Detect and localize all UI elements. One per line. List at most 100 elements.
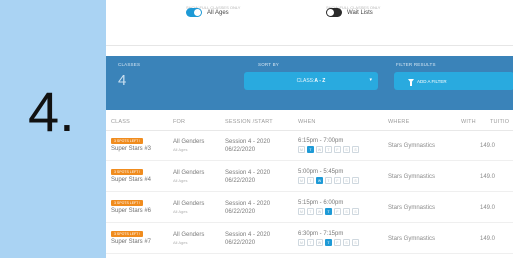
class-name-link[interactable]: Super Stars #7 — [111, 239, 151, 245]
chevron-down-icon: ▾ — [369, 77, 372, 83]
ages-text: All Ages — [173, 240, 188, 245]
filter-bar: CLASSES 4 SORT BY CLASS: A - Z ▾ FILTER … — [106, 56, 513, 110]
start-date-text: 06/22/2020 — [225, 178, 256, 184]
col-session[interactable]: SESSION /START — [225, 119, 273, 125]
wait-lists-switch[interactable] — [326, 8, 342, 17]
table-header: CLASS FOR SESSION /START WHEN WHERE WITH… — [106, 115, 513, 131]
switch-knob — [327, 9, 334, 16]
weekday-indicators: MTWTFSS — [298, 177, 359, 184]
weekday-box: W — [316, 177, 323, 184]
sort-by-label: SORT BY — [258, 62, 279, 67]
col-tuition[interactable]: TUITIO — [490, 119, 509, 125]
weekday-box: F — [334, 146, 341, 153]
col-when[interactable]: WHEN — [298, 119, 316, 125]
weekday-box: T — [307, 239, 314, 246]
filter-icon — [408, 79, 414, 86]
spots-left-badge: 3 SPOTS LEFT ! — [111, 169, 144, 175]
sort-select[interactable]: CLASS: A - Z ▾ — [244, 72, 378, 90]
gender-text: All Genders — [173, 232, 205, 238]
ages-text: All Ages — [173, 147, 188, 152]
weekday-box: W — [316, 146, 323, 153]
tuition-text: 149.0 — [480, 205, 496, 211]
session-text: Session 4 - 2020 — [225, 232, 271, 238]
gender-text: All Genders — [173, 201, 205, 207]
col-with[interactable]: WITH — [461, 119, 476, 125]
start-date-text: 06/22/2020 — [225, 147, 256, 153]
tuition-text: 149.0 — [480, 236, 496, 242]
location-text: Stars Gymnastics — [388, 174, 436, 180]
session-text: Session 4 - 2020 — [225, 170, 271, 176]
sort-value: A - Z — [314, 78, 326, 84]
tuition-text: 149.0 — [480, 143, 496, 149]
switch-knob — [194, 9, 201, 16]
class-name-link[interactable]: Super Stars #6 — [111, 208, 151, 214]
weekday-indicators: MTWTFSS — [298, 239, 359, 246]
weekday-box: S — [343, 177, 350, 184]
class-listing-panel: SHOW FULL CLASSES ONLY All Ages SHOW FUL… — [106, 0, 513, 258]
start-date-text: 06/22/2020 — [225, 240, 256, 246]
col-class[interactable]: CLASS — [111, 119, 130, 125]
weekday-box: T — [325, 146, 332, 153]
weekday-box: F — [334, 177, 341, 184]
weekday-box: W — [316, 239, 323, 246]
weekday-box: M — [298, 177, 305, 184]
weekday-box: T — [325, 239, 332, 246]
weekday-box: F — [334, 239, 341, 246]
weekday-box: M — [298, 239, 305, 246]
time-text: 5:00pm - 5:45pm — [298, 169, 344, 175]
table-row[interactable]: 3 SPOTS LEFT ! Super Stars #3 All Genders A… — [106, 132, 513, 161]
step-number: 4. — [28, 80, 75, 143]
session-text: Session 4 - 2020 — [225, 139, 271, 145]
weekday-box: S — [343, 239, 350, 246]
sort-prefix: CLASS: — [296, 78, 315, 84]
ages-text: All Ages — [173, 178, 188, 183]
start-date-text: 06/22/2020 — [225, 209, 256, 215]
session-text: Session 4 - 2020 — [225, 201, 271, 207]
weekday-box: T — [307, 177, 314, 184]
spots-left-badge: 3 SPOTS LEFT ! — [111, 231, 144, 237]
classes-label: CLASSES — [118, 62, 141, 67]
weekday-box: S — [352, 208, 359, 215]
ages-text: All Ages — [173, 209, 188, 214]
all-ages-switch[interactable] — [186, 8, 202, 17]
weekday-box: S — [352, 146, 359, 153]
spots-left-badge: 3 SPOTS LEFT ! — [111, 138, 144, 144]
classes-count: 4 — [118, 72, 127, 89]
class-name-link[interactable]: Super Stars #4 — [111, 177, 151, 183]
table-row[interactable]: 3 SPOTS LEFT ! Super Stars #6 All Genders A… — [106, 194, 513, 223]
all-ages-label: All Ages — [207, 9, 229, 16]
weekday-box: S — [352, 239, 359, 246]
time-text: 6:30pm - 7:15pm — [298, 231, 344, 237]
weekday-box: F — [334, 208, 341, 215]
weekday-indicators: MTWTFSS — [298, 146, 359, 153]
weekday-box: T — [307, 146, 314, 153]
gender-text: All Genders — [173, 170, 205, 176]
toggles-strip: SHOW FULL CLASSES ONLY All Ages SHOW FUL… — [106, 0, 513, 46]
weekday-box: T — [307, 208, 314, 215]
add-filter-label: ADD A FILTER — [417, 78, 447, 84]
spots-left-badge: 3 SPOTS LEFT ! — [111, 200, 144, 206]
weekday-box: W — [316, 208, 323, 215]
table-row[interactable]: 3 SPOTS LEFT ! Super Stars #7 All Genders A… — [106, 225, 513, 254]
tuition-text: 149.0 — [480, 174, 496, 180]
col-for[interactable]: FOR — [173, 119, 185, 125]
class-name-link[interactable]: Super Stars #3 — [111, 146, 151, 152]
filter-results-label: FILTER RESULTS — [396, 62, 436, 67]
weekday-box: M — [298, 146, 305, 153]
location-text: Stars Gymnastics — [388, 205, 436, 211]
weekday-box: T — [325, 177, 332, 184]
time-text: 5:15pm - 6:00pm — [298, 200, 344, 206]
weekday-box: S — [343, 208, 350, 215]
table-row[interactable]: 3 SPOTS LEFT ! Super Stars #4 All Genders A… — [106, 163, 513, 192]
time-text: 6:15pm - 7:00pm — [298, 138, 344, 144]
location-text: Stars Gymnastics — [388, 236, 436, 242]
all-ages-toggle-group[interactable]: SHOW FULL CLASSES ONLY All Ages — [186, 5, 240, 17]
gender-text: All Genders — [173, 139, 205, 145]
weekday-box: M — [298, 208, 305, 215]
col-where[interactable]: WHERE — [388, 119, 409, 125]
wait-lists-toggle-group[interactable]: SHOW FULL CLASSES ONLY Wait Lists — [326, 5, 380, 17]
location-text: Stars Gymnastics — [388, 143, 436, 149]
add-filter-button[interactable]: ADD A FILTER — [394, 72, 513, 90]
weekday-box: T — [325, 208, 332, 215]
weekday-indicators: MTWTFSS — [298, 208, 359, 215]
